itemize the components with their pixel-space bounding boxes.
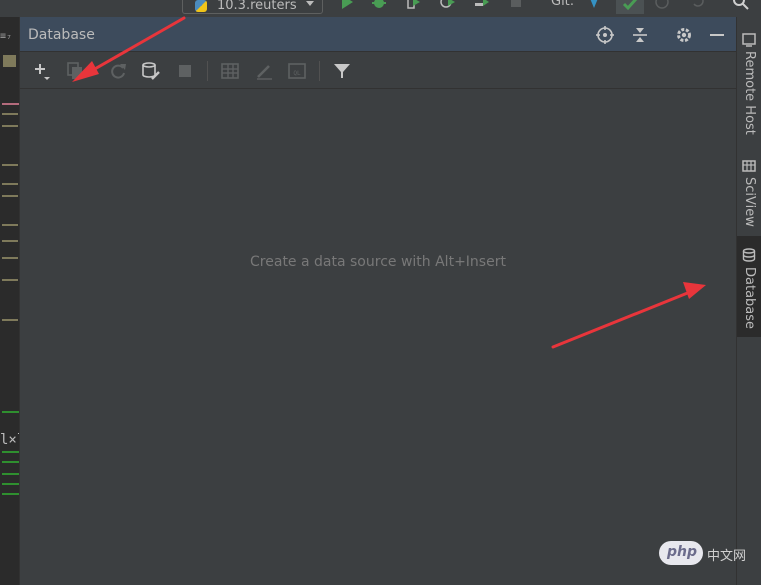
- gutter-marker: [2, 125, 18, 127]
- debug-icon[interactable]: [371, 0, 387, 10]
- gutter-marker: [2, 103, 19, 105]
- tool-window-header: Database: [20, 17, 736, 52]
- gutter-marker: [2, 411, 19, 413]
- watermark-site-text: 中文网: [707, 549, 747, 564]
- vcs-update-icon[interactable]: [586, 0, 602, 10]
- database-icon: [742, 248, 756, 262]
- gutter-marker: [2, 113, 18, 115]
- empty-state-message: Create a data source with Alt+Insert: [250, 254, 506, 270]
- locate-icon[interactable]: [596, 26, 614, 44]
- checkmark-icon: [622, 0, 638, 11]
- data-source-properties-icon[interactable]: [141, 61, 161, 81]
- ide-window: 10.3.reuters Git: ≡₇ l×l: [0, 0, 761, 585]
- run-configuration-selector[interactable]: 10.3.reuters: [182, 0, 323, 14]
- svg-text:QL: QL: [293, 70, 301, 77]
- gutter-marker: [2, 183, 18, 185]
- structure-glyph: ≡₇: [0, 31, 13, 42]
- gutter-marker: [2, 195, 18, 197]
- tab-label: Database: [742, 267, 757, 330]
- gutter-marker: [2, 224, 18, 226]
- history-icon[interactable]: [654, 0, 670, 10]
- tab-label: SciView: [742, 177, 757, 227]
- gutter-marker: [2, 473, 19, 475]
- database-toolbar: QL: [20, 53, 736, 89]
- chevron-down-icon: [306, 1, 314, 6]
- gutter-marker: [2, 483, 19, 485]
- concurrency-icon[interactable]: [474, 0, 490, 10]
- stop-icon[interactable]: [175, 61, 195, 81]
- gutter-marker: [2, 257, 18, 259]
- tab-sciview[interactable]: SciView: [737, 151, 761, 233]
- edit-icon[interactable]: [254, 61, 274, 81]
- rollback-icon[interactable]: [690, 0, 706, 10]
- refresh-icon[interactable]: [108, 61, 128, 81]
- watermark-logo-text: php: [667, 544, 698, 560]
- profile-icon[interactable]: [440, 0, 456, 10]
- sql-console-icon[interactable]: QL: [287, 61, 307, 81]
- tab-database[interactable]: Database: [737, 236, 761, 337]
- remote-host-icon: [742, 33, 756, 47]
- stop-icon[interactable]: [508, 0, 524, 10]
- minimize-icon[interactable]: [708, 26, 726, 44]
- gutter-marker: [3, 55, 16, 67]
- add-icon[interactable]: [32, 61, 52, 81]
- collapse-all-icon[interactable]: [631, 26, 649, 44]
- right-tool-stripe: Remote Host SciView Database: [736, 17, 761, 585]
- gutter-marker: [2, 461, 19, 463]
- gutter-marker: [2, 279, 18, 281]
- vcs-commit-button[interactable]: [616, 0, 644, 14]
- tab-label: Remote Host: [742, 51, 757, 135]
- python-icon: [195, 0, 207, 12]
- gutter-marker: [2, 451, 19, 453]
- table-icon[interactable]: [220, 61, 240, 81]
- tab-remote-host[interactable]: Remote Host: [737, 17, 761, 147]
- search-icon[interactable]: [733, 0, 749, 10]
- gutter-marker: [2, 493, 19, 495]
- gutter-marker: [2, 240, 18, 242]
- gear-icon[interactable]: [675, 26, 693, 44]
- editor-fragment-text: l×l: [0, 432, 19, 448]
- watermark-logo: php: [659, 541, 703, 565]
- run-configuration-label: 10.3.reuters: [217, 0, 297, 13]
- toolbar-separator: [207, 61, 208, 81]
- tool-window-title: Database: [28, 27, 95, 43]
- main-toolbar: 10.3.reuters Git:: [0, 0, 761, 17]
- run-icon[interactable]: [339, 0, 355, 10]
- toolbar-separator: [319, 61, 320, 81]
- database-tool-window: Database QL Create a data source with Al…: [20, 17, 736, 585]
- editor-gutter-strip: ≡₇ l×l: [0, 17, 20, 585]
- duplicate-icon[interactable]: [65, 61, 85, 81]
- watermark: php 中文网: [659, 541, 759, 565]
- run-with-coverage-icon[interactable]: [405, 0, 421, 10]
- gutter-marker: [2, 164, 18, 166]
- sciview-icon: [742, 160, 756, 172]
- gutter-marker: [2, 319, 18, 321]
- vcs-label: Git:: [551, 0, 575, 9]
- filter-icon[interactable]: [332, 61, 352, 81]
